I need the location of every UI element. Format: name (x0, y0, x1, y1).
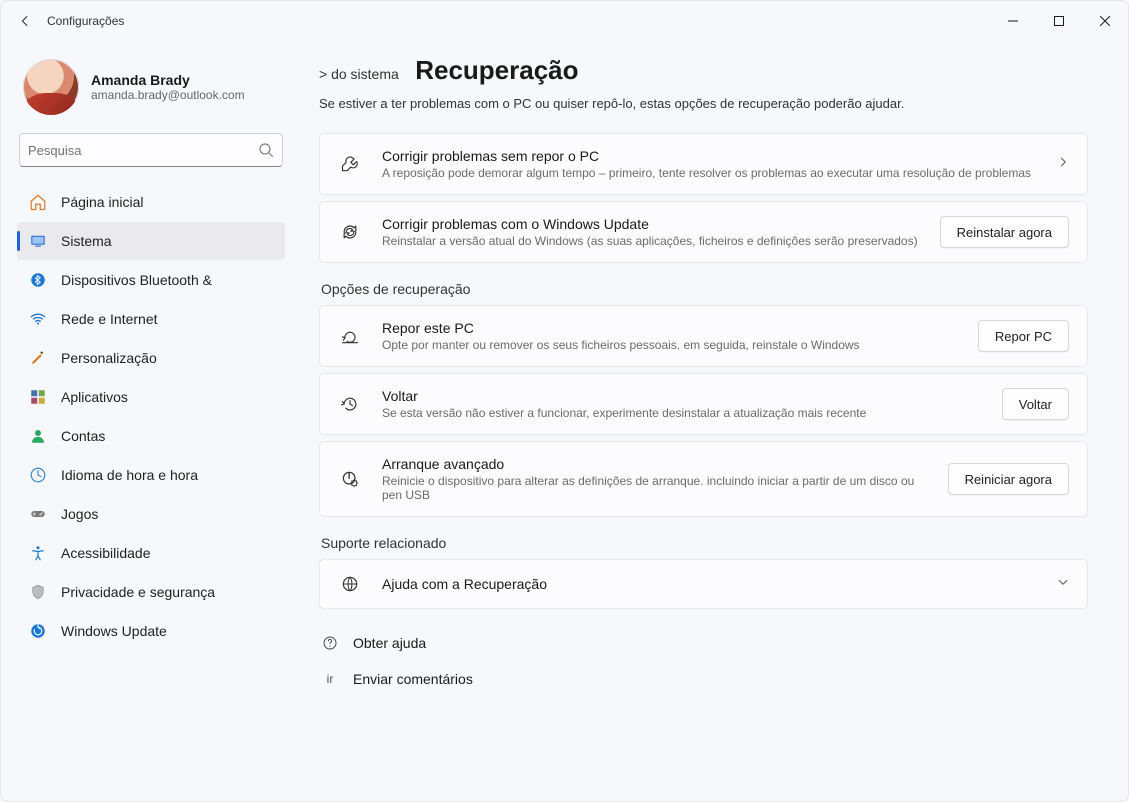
card-desc: Opte por manter ou remover os seus fiche… (382, 338, 960, 352)
sidebar-item-apps[interactable]: Aplicativos (17, 378, 285, 416)
search-box[interactable] (19, 133, 283, 167)
sidebar-item-home[interactable]: Página inicial (17, 183, 285, 221)
sidebar-item-time-language[interactable]: Idioma de hora e hora (17, 456, 285, 494)
page-title: Recuperação (415, 55, 578, 85)
content: > do sistema Recuperação Se estiver a te… (301, 41, 1128, 801)
get-help-label: Obter ajuda (353, 635, 426, 651)
sidebar-item-label: Acessibilidade (61, 545, 151, 561)
card-fix-windows-update: Corrigir problemas com o Windows Update … (319, 201, 1088, 263)
reinstall-now-button[interactable]: Reinstalar agora (940, 216, 1069, 248)
card-fix-without-reset[interactable]: Corrigir problemas sem repor o PC A repo… (319, 133, 1088, 195)
reset-pc-icon (336, 326, 364, 346)
card-reset-pc: Repor este PC Opte por manter ou remover… (319, 305, 1088, 367)
go-back-button[interactable]: Voltar (1002, 388, 1069, 420)
card-title: Ajuda com a Recuperação (382, 576, 1039, 592)
card-help-recovery[interactable]: Ajuda com a Recuperação (319, 559, 1088, 609)
shield-icon (29, 583, 47, 601)
send-feedback-label: Enviar comentários (353, 671, 473, 687)
back-button[interactable] (9, 5, 41, 37)
accessibility-icon (29, 544, 47, 562)
sync-icon (336, 222, 364, 242)
minimize-icon (1008, 16, 1018, 26)
card-advanced-startup: Arranque avançado Reinicie o dispositivo… (319, 441, 1088, 517)
sidebar-item-label: Personalização (61, 350, 157, 366)
paintbrush-icon (29, 349, 47, 367)
card-title: Corrigir problemas sem repor o PC (382, 148, 1039, 164)
close-icon (1100, 16, 1110, 26)
window-controls (990, 1, 1128, 41)
sidebar-item-label: Dispositivos Bluetooth & (61, 272, 212, 288)
window-title: Configurações (47, 14, 124, 28)
arrow-left-icon (18, 14, 32, 28)
card-desc: Reinicie o dispositivo para alterar as d… (382, 474, 930, 502)
sidebar-item-system[interactable]: Sistema (17, 222, 285, 260)
avatar (23, 59, 79, 115)
footer-links: Obter ajuda ir Enviar comentários (319, 631, 1088, 691)
update-icon (29, 622, 47, 640)
apps-icon (29, 388, 47, 406)
search-input[interactable] (28, 143, 258, 158)
sidebar-item-label: Windows Update (61, 623, 167, 639)
nav: Página inicial Sistema Dispositivos Blue… (17, 183, 285, 650)
profile-name: Amanda Brady (91, 72, 245, 88)
sidebar-item-label: Sistema (61, 233, 112, 249)
maximize-button[interactable] (1036, 1, 1082, 41)
page-subtitle: Se estiver a ter problemas com o PC ou q… (319, 96, 1088, 111)
sidebar-item-windows-update[interactable]: Windows Update (17, 612, 285, 650)
maximize-icon (1054, 16, 1064, 26)
sidebar-item-accounts[interactable]: Contas (17, 417, 285, 455)
card-title: Arranque avançado (382, 456, 930, 472)
card-title: Voltar (382, 388, 984, 404)
restart-now-button[interactable]: Reiniciar agora (948, 463, 1069, 495)
globe-help-icon (336, 574, 364, 594)
system-icon (29, 232, 47, 250)
sidebar-item-label: Jogos (61, 506, 98, 522)
gamepad-icon (29, 505, 47, 523)
minimize-button[interactable] (990, 1, 1036, 41)
card-go-back: Voltar Se esta versão não estiver a func… (319, 373, 1088, 435)
sidebar-item-personalization[interactable]: Personalização (17, 339, 285, 377)
profile-block[interactable]: Amanda Brady amanda.brady@outlook.com (17, 47, 285, 131)
card-desc: A reposição pode demorar algum tempo – p… (382, 166, 1039, 180)
sidebar-item-label: Contas (61, 428, 105, 444)
related-support-heading: Suporte relacionado (321, 535, 1088, 551)
breadcrumb[interactable]: > do sistema (319, 66, 399, 82)
close-button[interactable] (1082, 1, 1128, 41)
sidebar-item-accessibility[interactable]: Acessibilidade (17, 534, 285, 572)
recovery-options-heading: Opções de recuperação (321, 281, 1088, 297)
clock-globe-icon (29, 466, 47, 484)
history-icon (336, 394, 364, 414)
sidebar-item-privacy[interactable]: Privacidade e segurança (17, 573, 285, 611)
person-icon (29, 427, 47, 445)
bluetooth-icon (29, 271, 47, 289)
sidebar-item-gaming[interactable]: Jogos (17, 495, 285, 533)
sidebar-item-network[interactable]: Rede e Internet (17, 300, 285, 338)
reset-pc-button[interactable]: Repor PC (978, 320, 1069, 352)
card-desc: Reinstalar a versão atual do Windows (as… (382, 234, 922, 248)
search-icon (258, 142, 274, 158)
sidebar-item-bluetooth[interactable]: Dispositivos Bluetooth & (17, 261, 285, 299)
home-icon (29, 193, 47, 211)
profile-email: amanda.brady@outlook.com (91, 88, 245, 102)
get-help-link[interactable]: Obter ajuda (319, 631, 1088, 655)
card-desc: Se esta versão não estiver a funcionar, … (382, 406, 984, 420)
sidebar-item-label: Privacidade e segurança (61, 584, 215, 600)
power-gear-icon (336, 469, 364, 489)
chevron-down-icon (1057, 575, 1069, 593)
wrench-icon (336, 154, 364, 174)
card-title: Repor este PC (382, 320, 960, 336)
feedback-prefix: ir (321, 672, 339, 686)
help-icon (321, 635, 339, 651)
sidebar-item-label: Aplicativos (61, 389, 128, 405)
sidebar-item-label: Idioma de hora e hora (61, 467, 198, 483)
wifi-icon (29, 310, 47, 328)
sidebar: Amanda Brady amanda.brady@outlook.com Pá… (1, 41, 301, 801)
chevron-right-icon (1057, 155, 1069, 173)
titlebar: Configurações (1, 1, 1128, 41)
sidebar-item-label: Página inicial (61, 194, 144, 210)
sidebar-item-label: Rede e Internet (61, 311, 158, 327)
card-title: Corrigir problemas com o Windows Update (382, 216, 922, 232)
send-feedback-link[interactable]: ir Enviar comentários (319, 667, 1088, 691)
